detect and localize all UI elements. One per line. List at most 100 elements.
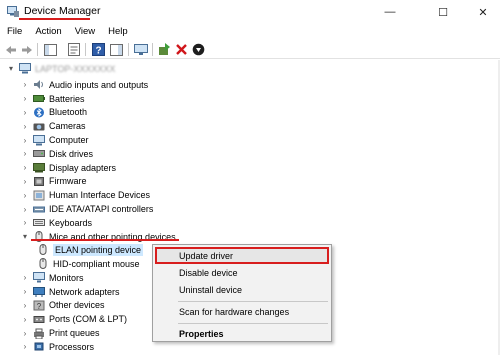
disk-drives-label: Disk drives (49, 148, 94, 159)
menu-action[interactable]: Action (28, 24, 67, 40)
ports-com-lpt-label: Ports (COM & LPT) (49, 314, 128, 325)
tree-item-keyboards[interactable]: › Keyboards (20, 216, 92, 230)
svg-text:?: ? (37, 302, 42, 311)
tree-item-ide-ata-atapi-controllers[interactable]: › IDE ATA/ATAPI controllers (20, 202, 154, 216)
tree-item-batteries[interactable]: › Batteries (20, 92, 85, 106)
forward-arrow-icon[interactable] (19, 42, 34, 57)
help-icon[interactable]: ? (91, 42, 106, 57)
tree-item-elan-pointing-device[interactable]: ELAN pointing device (34, 243, 144, 257)
batteries-label: Batteries (49, 93, 85, 104)
tree-item-computer[interactable]: › Computer (20, 133, 89, 147)
tree-item-display-adapters[interactable]: › Display adapters (20, 161, 116, 175)
audio-inputs-and-outputs-label: Audio inputs and outputs (49, 79, 149, 90)
chevron-right-icon[interactable]: › (20, 163, 30, 173)
tree-root[interactable]: ▾ LAPTOP-XXXXXXX (6, 62, 115, 76)
chevron-right-icon[interactable]: › (20, 135, 30, 145)
chevron-down-icon[interactable]: ▾ (20, 232, 30, 242)
uninstall-x-icon[interactable] (174, 42, 189, 57)
uninstall-device-menu-item[interactable]: Uninstall device (154, 282, 330, 298)
menu-view[interactable]: View (68, 24, 101, 40)
scan-hardware-menu-item[interactable]: Scan for hardware changes (154, 304, 330, 320)
tree-item-other-devices[interactable]: ›? Other devices (20, 299, 105, 313)
chevron-right-icon[interactable]: › (20, 80, 30, 90)
mouse-icon (39, 258, 47, 270)
bluetooth-icon (34, 107, 44, 118)
properties-menu-item[interactable]: Properties (154, 326, 330, 342)
update-driver-menu-item[interactable]: Update driver (154, 248, 330, 264)
chevron-right-icon[interactable]: › (20, 328, 30, 338)
show-hide-tree-icon[interactable] (43, 42, 58, 57)
tree-item-disk-drives[interactable]: › Disk drives (20, 147, 93, 161)
toolbar-separator (128, 43, 129, 56)
display-icon (33, 163, 45, 173)
tree-item-firmware[interactable]: › Firmware (20, 175, 87, 189)
menu-help[interactable]: Help (101, 24, 134, 40)
chevron-right-icon[interactable]: › (20, 314, 30, 324)
tree-item-processors[interactable]: › Processors (20, 340, 94, 354)
speaker-icon (34, 80, 43, 90)
close-button[interactable]: ✕ (468, 3, 498, 21)
printer-icon (34, 328, 44, 339)
properties-icon[interactable] (66, 42, 81, 57)
maximize-button[interactable]: ☐ (428, 3, 458, 21)
tree-item-audio-inputs-and-outputs[interactable]: › Audio inputs and outputs (20, 78, 148, 92)
camera-icon (33, 123, 45, 131)
window-title: Device Manager (24, 5, 101, 17)
chevron-right-icon[interactable]: › (20, 342, 30, 352)
tree-item-print-queues[interactable]: › Print queues (20, 326, 100, 340)
tree-item-bluetooth[interactable]: › Bluetooth (20, 106, 87, 120)
chevron-right-icon[interactable]: › (20, 121, 30, 131)
battery-icon (33, 95, 45, 103)
menu-file[interactable]: File (0, 24, 28, 40)
menu-separator (178, 323, 328, 324)
firmware-label: Firmware (49, 176, 87, 187)
tree-item-hid-compliant-mouse[interactable]: HID-compliant mouse (34, 257, 140, 271)
bluetooth-label: Bluetooth (49, 107, 88, 118)
other-icon: ? (33, 300, 45, 311)
action-pane-icon[interactable] (109, 42, 124, 57)
chevron-right-icon[interactable]: › (20, 273, 30, 283)
network-icon (33, 287, 45, 298)
disable-device-menu-item[interactable]: Disable device (154, 265, 330, 281)
mice-underline-annotation (31, 239, 179, 241)
chevron-right-icon[interactable]: › (20, 176, 30, 186)
display-adapters-label: Display adapters (49, 162, 117, 173)
tree-item-ports-com-lpt[interactable]: › Ports (COM & LPT) (20, 312, 127, 326)
toolbar-separator (37, 43, 38, 56)
minimize-button[interactable]: — (375, 3, 405, 21)
back-arrow-icon[interactable] (3, 42, 18, 57)
chevron-right-icon[interactable]: › (20, 287, 30, 297)
keyboard-icon (33, 219, 45, 227)
download-driver-icon[interactable] (191, 42, 206, 57)
computer-label: Computer (49, 135, 89, 146)
tree-item-network-adapters[interactable]: › Network adapters (20, 285, 120, 299)
chevron-down-icon[interactable]: ▾ (6, 64, 16, 74)
menu-bar: File Action View Help (0, 24, 500, 40)
computer-icon (33, 134, 45, 146)
toolbar-separator (85, 43, 86, 56)
tree-item-mice-and-other-pointing-devices[interactable]: ▾ Mice and other pointing devices (20, 230, 176, 244)
tree-item-monitors[interactable]: › Monitors (20, 271, 84, 285)
mouse-icon (39, 244, 47, 256)
tree-item-human-interface-devices[interactable]: › Human Interface Devices (20, 188, 150, 202)
add-driver-icon[interactable] (157, 42, 172, 57)
menu-separator (178, 301, 328, 302)
processor-icon (34, 342, 44, 351)
disk-icon (33, 150, 45, 158)
chevron-right-icon[interactable]: › (20, 94, 30, 104)
other-devices-label: Other devices (49, 300, 105, 311)
keyboards-label: Keyboards (49, 217, 93, 228)
chevron-right-icon[interactable]: › (20, 107, 30, 117)
monitor-icon (33, 272, 45, 283)
ide-icon (33, 206, 45, 213)
chevron-right-icon[interactable]: › (20, 204, 30, 214)
human-interface-devices-label: Human Interface Devices (49, 190, 151, 201)
chevron-right-icon[interactable]: › (20, 218, 30, 228)
processors-label: Processors (49, 341, 95, 352)
toolbar: ? (0, 40, 500, 59)
monitor-icon[interactable] (133, 42, 148, 57)
chevron-right-icon[interactable]: › (20, 190, 30, 200)
chevron-right-icon[interactable]: › (20, 149, 30, 159)
tree-item-cameras[interactable]: › Cameras (20, 119, 86, 133)
chevron-right-icon[interactable]: › (20, 300, 30, 310)
